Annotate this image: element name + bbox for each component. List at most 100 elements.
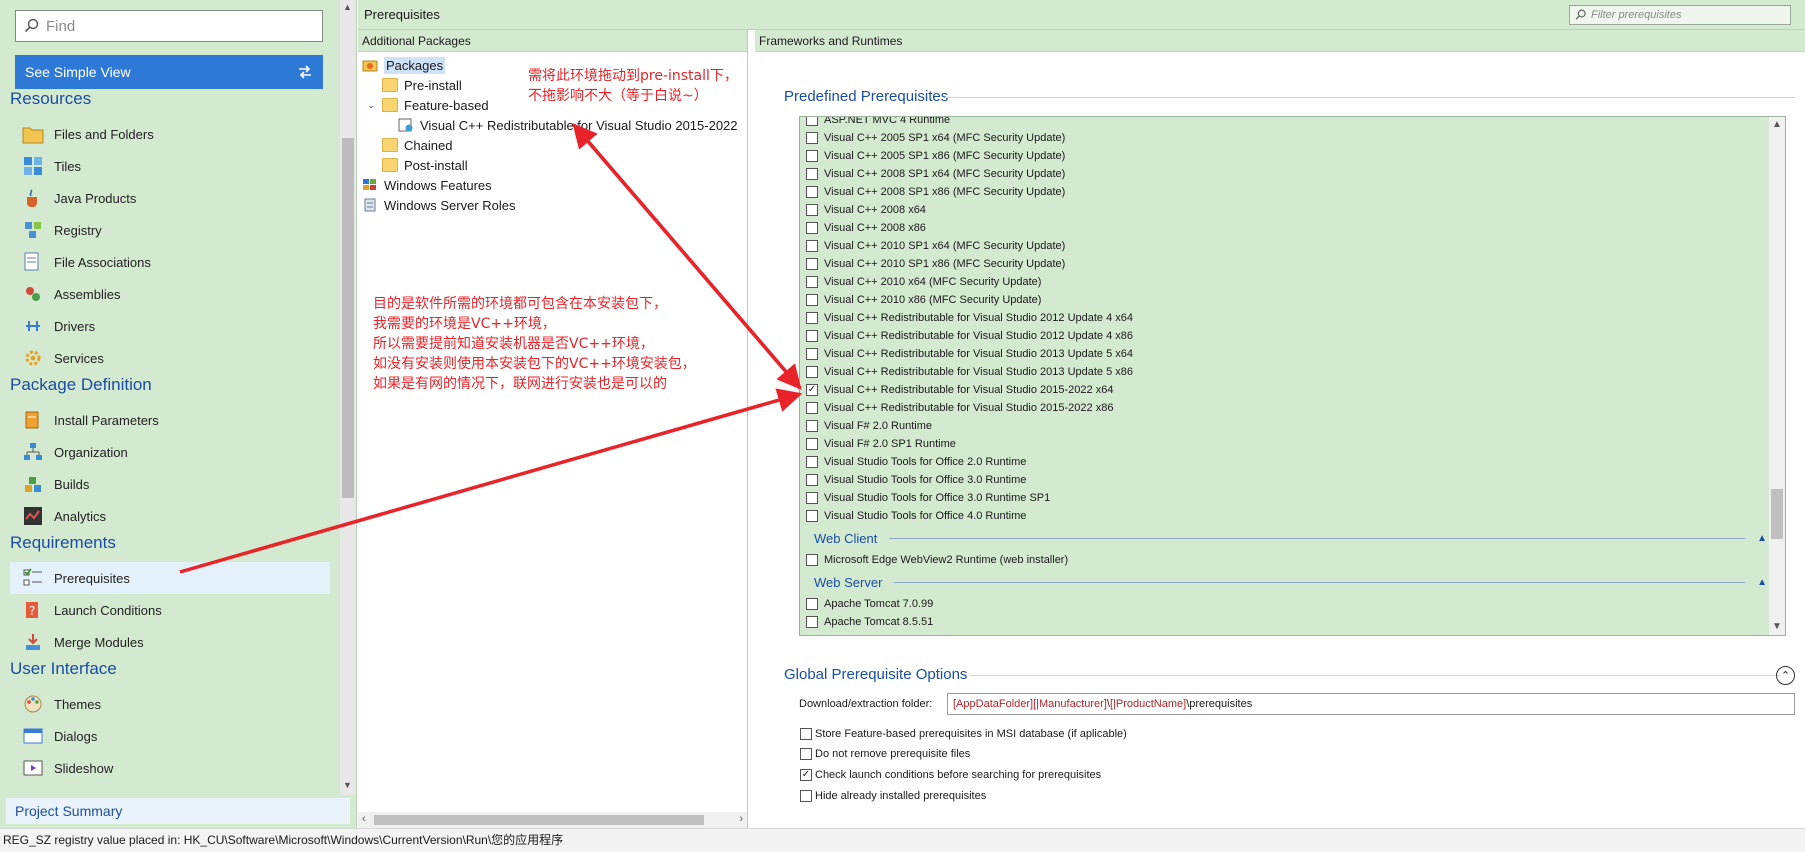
- prerequisite-row[interactable]: ASP.NET MVC 4 Runtime: [800, 117, 1785, 129]
- option-1[interactable]: Do not remove prerequisite files: [800, 748, 970, 760]
- prerequisite-row[interactable]: Visual Studio Tools for Office 3.0 Runti…: [800, 471, 1785, 489]
- scroll-up-icon[interactable]: ▲: [1772, 119, 1782, 130]
- sidebar-item-services[interactable]: Services: [0, 342, 340, 374]
- scroll-thumb[interactable]: [374, 815, 704, 825]
- sidebar-item-merge-modules[interactable]: Merge Modules: [0, 626, 340, 658]
- prerequisite-row[interactable]: Visual C++ 2008 SP1 x64 (MFC Security Up…: [800, 165, 1785, 183]
- prerequisite-row[interactable]: Visual C++ 2010 SP1 x64 (MFC Security Up…: [800, 237, 1785, 255]
- scroll-down-icon[interactable]: ▼: [1772, 621, 1782, 632]
- option-checkbox[interactable]: [800, 790, 812, 802]
- prerequisite-checkbox[interactable]: [806, 132, 818, 144]
- sidebar-item-translations[interactable]: Translations: [0, 784, 340, 790]
- prerequisite-checkbox[interactable]: [806, 150, 818, 162]
- prerequisite-row[interactable]: Visual Studio Tools for Office 4.0 Runti…: [800, 507, 1785, 525]
- sidebar-item-dialogs[interactable]: Dialogs: [0, 720, 340, 752]
- prerequisite-checkbox[interactable]: [806, 276, 818, 288]
- tree-item-chained[interactable]: Chained: [358, 135, 747, 155]
- sidebar-item-organization[interactable]: Organization: [0, 436, 340, 468]
- sidebar-item-file-associations[interactable]: File Associations: [0, 246, 340, 278]
- scroll-down-icon[interactable]: ▼: [343, 780, 352, 790]
- prerequisite-row[interactable]: Visual C++ Redistributable for Visual St…: [800, 399, 1785, 417]
- prerequisite-checkbox[interactable]: [806, 222, 818, 234]
- prerequisite-checkbox[interactable]: [806, 456, 818, 468]
- prerequisite-row[interactable]: Visual C++ 2008 SP1 x86 (MFC Security Up…: [800, 183, 1785, 201]
- prerequisite-checkbox[interactable]: [806, 294, 818, 306]
- prerequisite-checkbox[interactable]: [806, 616, 818, 628]
- tree-item-vc-redist[interactable]: Visual C++ Redistributable for Visual St…: [358, 115, 747, 135]
- prerequisite-row[interactable]: Visual C++ 2005 SP1 x64 (MFC Security Up…: [800, 129, 1785, 147]
- prerequisite-row[interactable]: Visual F# 2.0 SP1 Runtime: [800, 435, 1785, 453]
- filter-prerequisites-input[interactable]: Filter prerequisites: [1569, 5, 1791, 25]
- option-2[interactable]: ✓ Check launch conditions before searchin…: [800, 769, 1101, 781]
- chevron-down-icon[interactable]: ⌄: [364, 100, 378, 111]
- download-folder-input[interactable]: [AppDataFolder][|Manufacturer]\[|Product…: [947, 693, 1795, 715]
- tree-item-windows-server-roles[interactable]: Windows Server Roles: [358, 195, 747, 215]
- prerequisite-checkbox[interactable]: [806, 348, 818, 360]
- prerequisite-row[interactable]: Visual C++ 2010 x64 (MFC Security Update…: [800, 273, 1785, 291]
- sidebar-item-assemblies[interactable]: Assemblies: [0, 278, 340, 310]
- prerequisite-checkbox[interactable]: [806, 554, 818, 566]
- prerequisite-row[interactable]: Visual C++ Redistributable for Visual St…: [800, 309, 1785, 327]
- scroll-left-icon[interactable]: ‹: [362, 813, 366, 825]
- prerequisite-row[interactable]: Visual C++ 2010 SP1 x86 (MFC Security Up…: [800, 255, 1785, 273]
- sidebar-item-themes[interactable]: Themes: [0, 688, 340, 720]
- sidebar-item-slideshow[interactable]: Slideshow: [0, 752, 340, 784]
- chevron-up-icon[interactable]: ▲: [1757, 577, 1767, 588]
- collapse-section-button[interactable]: ⌃: [1776, 666, 1795, 685]
- scroll-right-icon[interactable]: ›: [739, 813, 743, 825]
- prerequisite-checkbox[interactable]: [806, 204, 818, 216]
- prerequisite-checkbox[interactable]: [806, 117, 818, 126]
- prerequisite-row[interactable]: Visual C++ Redistributable for Visual St…: [800, 345, 1785, 363]
- packages-horizontal-scrollbar[interactable]: ‹ ›: [358, 812, 747, 828]
- sidebar-item-launch-conditions[interactable]: ? Launch Conditions: [0, 594, 340, 626]
- prerequisite-checkbox[interactable]: [806, 366, 818, 378]
- project-summary-link[interactable]: Project Summary: [6, 798, 350, 824]
- prerequisite-row[interactable]: Microsoft Edge WebView2 Runtime (web ins…: [800, 551, 1785, 569]
- prerequisite-checkbox[interactable]: [806, 240, 818, 252]
- prerequisite-checkbox[interactable]: [806, 402, 818, 414]
- sidebar-scrollbar[interactable]: ▲ ▼: [340, 0, 356, 795]
- prerequisite-row[interactable]: Visual C++ 2010 x86 (MFC Security Update…: [800, 291, 1785, 309]
- prerequisite-row[interactable]: Apache Tomcat 7.0.99: [800, 595, 1785, 613]
- prerequisite-row[interactable]: Visual Studio Tools for Office 2.0 Runti…: [800, 453, 1785, 471]
- sidebar-item-tiles[interactable]: Tiles: [0, 150, 340, 182]
- chevron-up-icon[interactable]: ▲: [1757, 533, 1767, 544]
- prerequisite-row[interactable]: Visual C++ Redistributable for Visual St…: [800, 327, 1785, 345]
- option-3[interactable]: Hide already installed prerequisites: [800, 790, 986, 802]
- scroll-up-icon[interactable]: ▲: [343, 2, 352, 12]
- tree-item-post-install[interactable]: Post-install: [358, 155, 747, 175]
- sidebar-item-builds[interactable]: Builds: [0, 468, 340, 500]
- prerequisite-checkbox[interactable]: [806, 474, 818, 486]
- sidebar-item-java-products[interactable]: Java Products: [0, 182, 340, 214]
- prerequisite-checkbox[interactable]: [806, 258, 818, 270]
- prerequisite-checkbox[interactable]: [806, 186, 818, 198]
- prerequisite-checkbox[interactable]: [806, 598, 818, 610]
- prerequisite-checkbox[interactable]: [806, 312, 818, 324]
- prerequisite-checkbox[interactable]: [806, 420, 818, 432]
- prerequisite-checkbox[interactable]: [806, 168, 818, 180]
- group-web-server[interactable]: Web Server ▲: [800, 569, 1785, 595]
- prerequisite-checkbox[interactable]: [806, 510, 818, 522]
- prerequisite-checkbox[interactable]: ✓: [806, 384, 818, 396]
- prerequisite-checkbox[interactable]: [806, 492, 818, 504]
- prerequisite-row[interactable]: Visual F# 2.0 Runtime: [800, 417, 1785, 435]
- prerequisite-row[interactable]: Visual C++ 2008 x64: [800, 201, 1785, 219]
- option-checkbox[interactable]: ✓: [800, 769, 812, 781]
- group-web-client[interactable]: Web Client ▲: [800, 525, 1785, 551]
- sidebar-item-install-parameters[interactable]: Install Parameters: [0, 404, 340, 436]
- sidebar-item-files-and-folders[interactable]: Files and Folders: [0, 118, 340, 150]
- prerequisite-checkbox[interactable]: [806, 438, 818, 450]
- tree-item-windows-features[interactable]: Windows Features: [358, 175, 747, 195]
- prerequisite-checkbox[interactable]: [806, 330, 818, 342]
- sidebar-item-analytics[interactable]: Analytics: [0, 500, 340, 532]
- sidebar-item-drivers[interactable]: Drivers: [0, 310, 340, 342]
- prerequisite-row[interactable]: Visual C++ 2008 x86: [800, 219, 1785, 237]
- option-checkbox[interactable]: [800, 728, 812, 740]
- sidebar-item-registry[interactable]: Registry: [0, 214, 340, 246]
- see-simple-view-button[interactable]: See Simple View: [15, 55, 323, 89]
- find-input[interactable]: Find: [15, 10, 323, 42]
- prerequisite-row[interactable]: Visual C++ Redistributable for Visual St…: [800, 363, 1785, 381]
- prerequisites-scrollbar[interactable]: ▲ ▼: [1769, 117, 1785, 635]
- option-0[interactable]: Store Feature-based prerequisites in MSI…: [800, 728, 1127, 740]
- prerequisite-row[interactable]: Visual Studio Tools for Office 3.0 Runti…: [800, 489, 1785, 507]
